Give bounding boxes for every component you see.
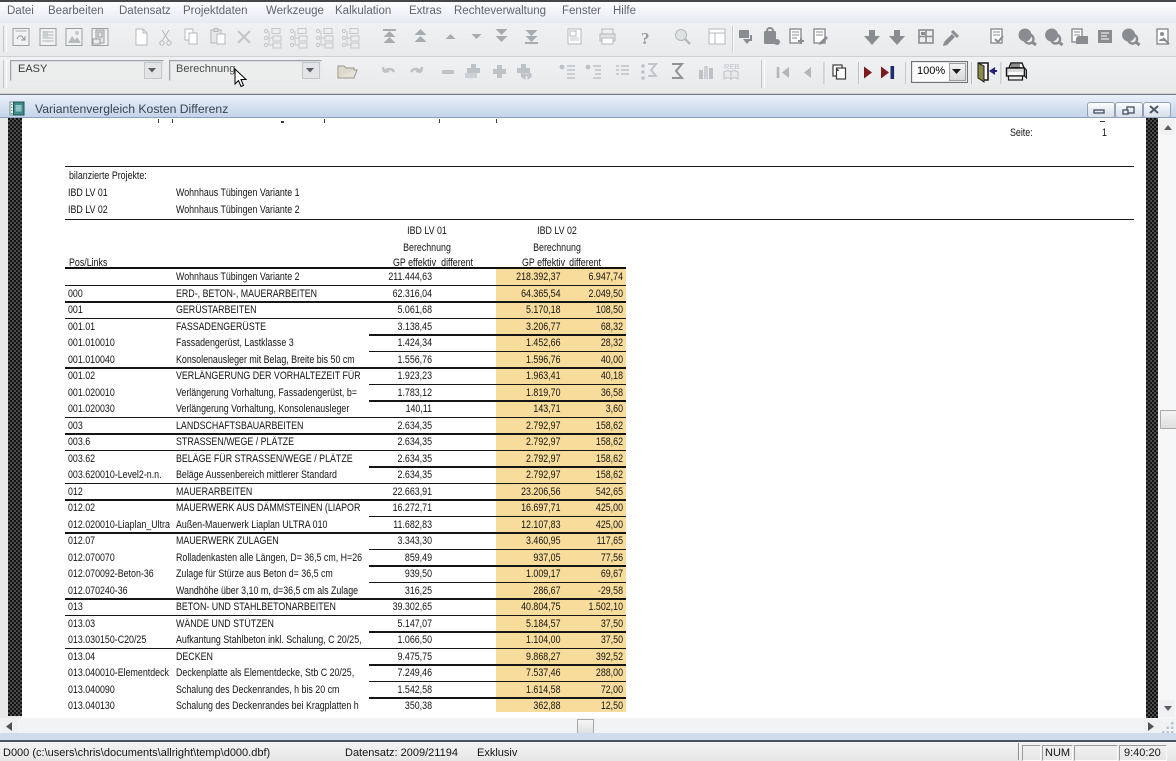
svg-text:?: ? bbox=[641, 29, 650, 48]
svg-text:REB: REB bbox=[724, 62, 739, 71]
